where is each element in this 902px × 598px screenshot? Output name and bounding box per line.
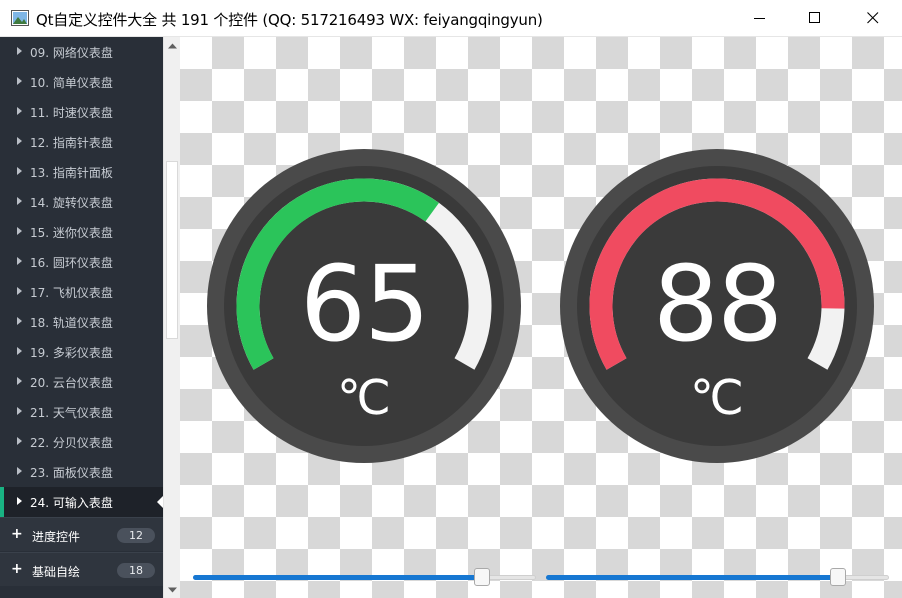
slider-handle[interactable] bbox=[474, 568, 490, 586]
gauge-value: 88 bbox=[652, 243, 783, 365]
maximize-button[interactable] bbox=[786, 0, 844, 36]
maximize-icon bbox=[809, 12, 820, 23]
minimize-button[interactable] bbox=[731, 0, 789, 36]
sidebar-item-orbit-gauge[interactable]: 18. 轨道仪表盘 bbox=[0, 307, 163, 337]
sidebar-item-label: 11. 时速仪表盘 bbox=[30, 106, 113, 120]
count-badge: 12 bbox=[117, 528, 155, 543]
count-badge: 18 bbox=[117, 563, 155, 578]
temperature-gauge-right: 88 ℃ bbox=[559, 148, 875, 464]
caret-right-icon bbox=[17, 377, 22, 385]
sidebar-item-label: 12. 指南针表盘 bbox=[30, 136, 113, 150]
close-icon bbox=[867, 12, 879, 24]
sidebar-group-progress[interactable]: + 进度控件 12 bbox=[0, 517, 163, 551]
slider-fill bbox=[193, 575, 482, 580]
sidebar-item-label: 16. 圆环仪表盘 bbox=[30, 256, 113, 270]
sidebar-nav: 09. 网络仪表盘 10. 简单仪表盘 11. 时速仪表盘 12. 指南针表盘 … bbox=[0, 37, 163, 598]
sidebar-item-rotate-gauge[interactable]: 14. 旋转仪表盘 bbox=[0, 187, 163, 217]
gauge-unit: ℃ bbox=[337, 370, 391, 426]
sidebar-item-compass-panel[interactable]: 13. 指南针面板 bbox=[0, 157, 163, 187]
arrow-up-icon bbox=[168, 43, 177, 48]
sidebar-item-label: 20. 云台仪表盘 bbox=[30, 376, 113, 390]
caret-right-icon bbox=[17, 257, 22, 265]
plus-icon: + bbox=[11, 526, 23, 542]
caret-right-icon bbox=[17, 467, 22, 475]
caret-right-icon bbox=[17, 317, 22, 325]
title-bar: Qt自定义控件大全 共 191 个控件 (QQ: 517216493 WX: f… bbox=[0, 0, 902, 37]
sidebar-item-label: 09. 网络仪表盘 bbox=[30, 46, 113, 60]
arrow-down-icon bbox=[168, 587, 177, 592]
caret-right-icon bbox=[17, 407, 22, 415]
plus-icon: + bbox=[11, 561, 23, 577]
slider-handle[interactable] bbox=[830, 568, 846, 586]
sidebar-item-label: 10. 简单仪表盘 bbox=[30, 76, 113, 90]
sidebar-item-decibel-gauge[interactable]: 22. 分贝仪表盘 bbox=[0, 427, 163, 457]
sidebar-item-weather-gauge[interactable]: 21. 天气仪表盘 bbox=[0, 397, 163, 427]
sidebar-item-input-gauge[interactable]: 24. 可输入表盘 bbox=[0, 487, 163, 517]
sidebar-item-speed-gauge[interactable]: 11. 时速仪表盘 bbox=[0, 97, 163, 127]
scroll-thumb[interactable] bbox=[166, 161, 178, 339]
close-button[interactable] bbox=[844, 0, 902, 36]
sidebar-item-compass-gauge[interactable]: 12. 指南针表盘 bbox=[0, 127, 163, 157]
content-area: 65 ℃ 88 ℃ bbox=[180, 37, 902, 598]
sidebar-item-label: 21. 天气仪表盘 bbox=[30, 406, 113, 420]
caret-right-icon bbox=[17, 197, 22, 205]
sidebar-item-mini-gauge[interactable]: 15. 迷你仪表盘 bbox=[0, 217, 163, 247]
sidebar-item-label: 13. 指南针面板 bbox=[30, 166, 113, 180]
caret-right-icon bbox=[17, 107, 22, 115]
window-title: Qt自定义控件大全 共 191 个控件 (QQ: 517216493 WX: f… bbox=[36, 11, 543, 29]
sidebar-item-ring-gauge[interactable]: 16. 圆环仪表盘 bbox=[0, 247, 163, 277]
caret-right-icon bbox=[17, 347, 22, 355]
value-slider-left[interactable] bbox=[193, 567, 536, 587]
caret-right-icon bbox=[17, 497, 22, 505]
caret-right-icon bbox=[17, 167, 22, 175]
caret-right-icon bbox=[17, 47, 22, 55]
sidebar-item-label: 15. 迷你仪表盘 bbox=[30, 226, 113, 240]
gauge-unit: ℃ bbox=[690, 370, 744, 426]
sidebar-item-label: 14. 旋转仪表盘 bbox=[30, 196, 113, 210]
temperature-gauge-left: 65 ℃ bbox=[206, 148, 522, 464]
minimize-icon bbox=[754, 18, 765, 19]
sidebar-item-network-gauge[interactable]: 09. 网络仪表盘 bbox=[0, 37, 163, 67]
sidebar-item-panel-gauge[interactable]: 23. 面板仪表盘 bbox=[0, 457, 163, 487]
sidebar-item-label: 19. 多彩仪表盘 bbox=[30, 346, 113, 360]
active-indicator bbox=[0, 487, 4, 517]
sidebar-item-label: 23. 面板仪表盘 bbox=[30, 466, 113, 480]
sidebar-item-label: 22. 分贝仪表盘 bbox=[30, 436, 113, 450]
sidebar-item-colorful-gauge[interactable]: 19. 多彩仪表盘 bbox=[0, 337, 163, 367]
scroll-up-button[interactable] bbox=[164, 37, 181, 54]
sidebar-group-basic-paint[interactable]: + 基础自绘 18 bbox=[0, 552, 163, 586]
sidebar-item-label: 18. 轨道仪表盘 bbox=[30, 316, 113, 330]
caret-right-icon bbox=[17, 137, 22, 145]
sidebar-item-plane-gauge[interactable]: 17. 飞机仪表盘 bbox=[0, 277, 163, 307]
slider-fill bbox=[546, 575, 838, 580]
value-slider-right[interactable] bbox=[546, 567, 889, 587]
gauge-value: 65 bbox=[299, 243, 430, 365]
sidebar-item-simple-gauge[interactable]: 10. 简单仪表盘 bbox=[0, 67, 163, 97]
scroll-down-button[interactable] bbox=[164, 581, 181, 598]
caret-right-icon bbox=[17, 227, 22, 235]
group-label: 进度控件 bbox=[32, 530, 81, 544]
sidebar-item-label: 17. 飞机仪表盘 bbox=[30, 286, 113, 300]
app-icon bbox=[11, 10, 29, 26]
sidebar-item-label: 24. 可输入表盘 bbox=[30, 496, 113, 510]
caret-right-icon bbox=[17, 437, 22, 445]
sidebar-item-ptz-gauge[interactable]: 20. 云台仪表盘 bbox=[0, 367, 163, 397]
sidebar-scrollbar[interactable] bbox=[163, 37, 180, 598]
caret-right-icon bbox=[17, 287, 22, 295]
caret-right-icon bbox=[17, 77, 22, 85]
group-label: 基础自绘 bbox=[32, 565, 81, 579]
